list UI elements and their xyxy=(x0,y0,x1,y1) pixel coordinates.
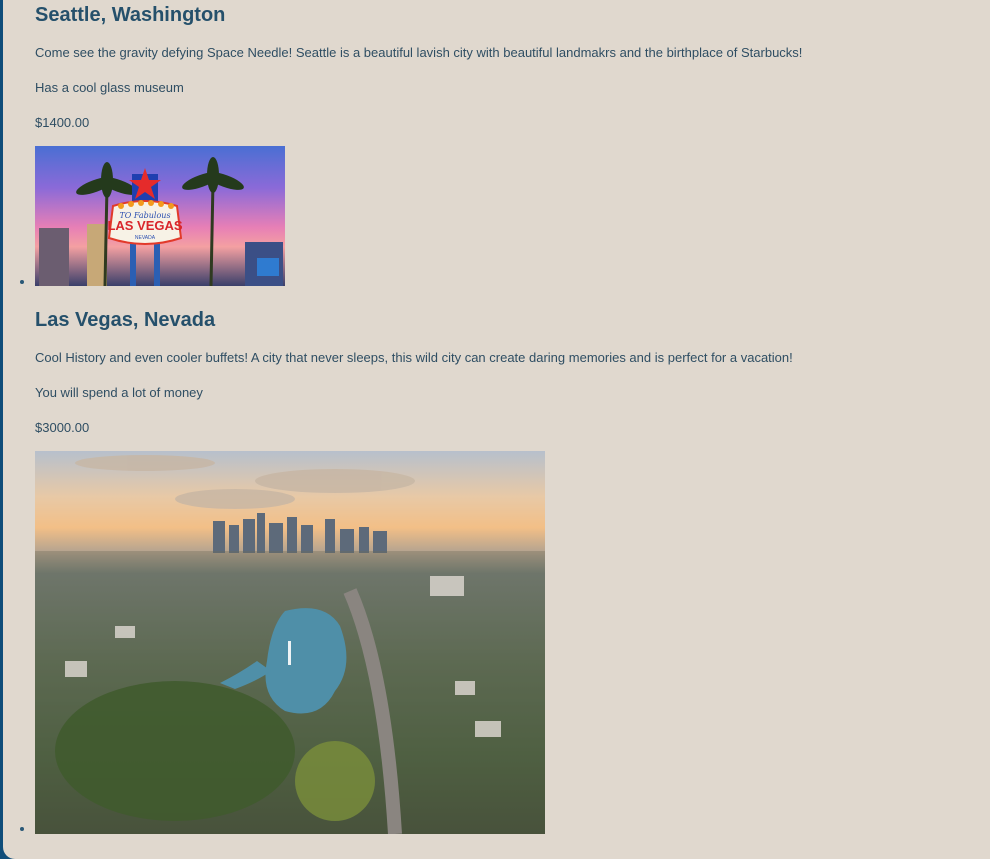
destination-photo xyxy=(35,451,545,834)
list-bullet xyxy=(20,280,24,284)
destination-price: $1400.00 xyxy=(35,115,90,130)
destination-price: $3000.00 xyxy=(35,420,90,435)
page-panel: Seattle, Washington Come see the gravity… xyxy=(3,0,990,859)
destination-title: Las Vegas, Nevada xyxy=(35,309,216,331)
destination-title: Seattle, Washington xyxy=(35,4,226,26)
destination-note: Has a cool glass museum xyxy=(35,80,184,95)
list-bullet xyxy=(20,827,24,831)
destination-note: You will spend a lot of money xyxy=(35,385,203,400)
las-vegas-sign-image: TO Fabulous LAS VEGAS NEVADA xyxy=(39,157,283,286)
destination-description: Come see the gravity defying Space Needl… xyxy=(35,45,803,60)
city-aerial-image xyxy=(35,455,545,834)
destination-photo: TO Fabulous LAS VEGAS NEVADA xyxy=(35,146,285,286)
svg-text:LAS VEGAS: LAS VEGAS xyxy=(107,218,182,233)
svg-text:NEVADA: NEVADA xyxy=(135,235,156,241)
destination-description: Cool History and even cooler buffets! A … xyxy=(35,350,793,365)
